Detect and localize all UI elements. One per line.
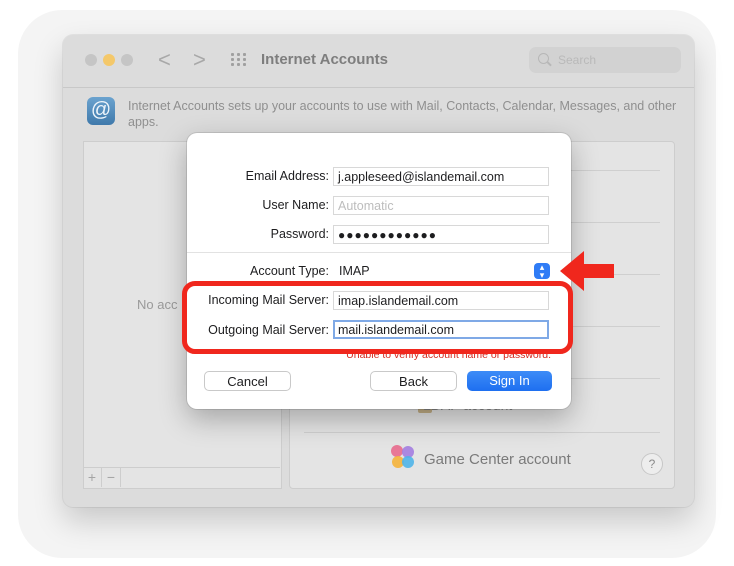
zoom-button[interactable] [121,54,133,66]
add-remove-bar: + − [83,467,280,488]
select-arrows-icon[interactable]: ▴ ▾ [534,263,550,280]
account-setup-dialog: Email Address: j.appleseed@islandemail.c… [187,133,571,409]
search-icon [538,53,549,64]
dialog-divider [187,252,571,253]
game-center-account-item[interactable]: Game Center account [424,451,571,468]
remove-account-button[interactable]: − [102,468,121,487]
window-title: Internet Accounts [261,51,388,68]
sign-in-button[interactable]: Sign In [467,371,552,391]
game-center-icon [391,445,415,469]
search-placeholder: Search [558,53,597,67]
back-nav-button[interactable]: < [158,47,171,73]
username-field[interactable]: Automatic [333,196,549,215]
title-bar: < > Internet Accounts Search [63,35,694,87]
email-label: Email Address: [245,169,329,183]
description-text: Internet Accounts sets up your accounts … [128,99,677,129]
account-type-select[interactable]: IMAP [333,262,552,281]
at-sign-icon: @ [87,97,115,125]
list-divider [304,432,660,433]
add-account-button[interactable]: + [83,468,102,487]
grid-icon[interactable] [231,53,246,66]
username-label: User Name: [262,198,329,212]
close-button[interactable] [85,54,97,66]
password-field[interactable]: ●●●●●●●●●●●● [333,225,549,244]
cancel-button[interactable]: Cancel [204,371,291,391]
server-fields-highlight [182,281,573,354]
no-accounts-text: No acc [137,297,178,312]
back-button[interactable]: Back [370,371,457,391]
account-type-label: Account Type: [250,264,329,278]
minimize-button[interactable] [103,54,115,66]
search-field[interactable]: Search [529,47,681,73]
forward-nav-button[interactable]: > [193,47,206,73]
help-icon[interactable]: ? [641,453,663,475]
titlebar-divider [63,87,694,88]
password-label: Password: [270,227,329,241]
red-arrow-annotation [560,251,614,291]
email-field[interactable]: j.appleseed@islandemail.com [333,167,549,186]
